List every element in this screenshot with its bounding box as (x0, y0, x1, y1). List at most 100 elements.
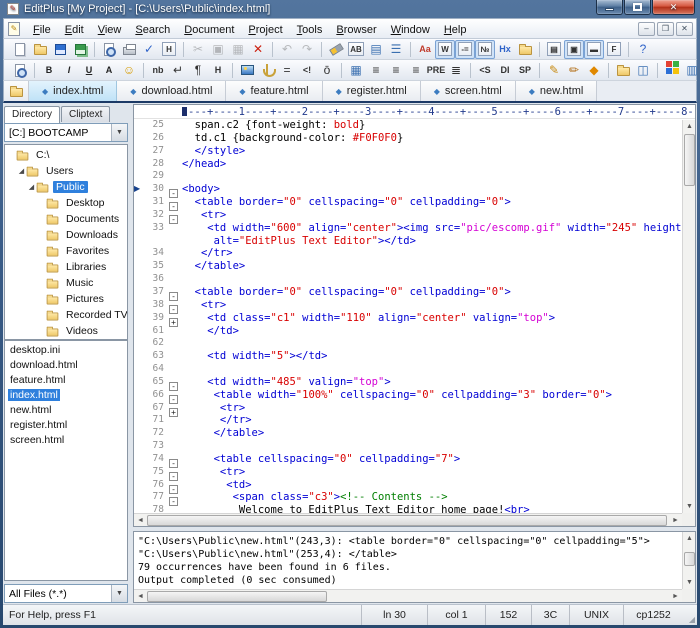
tab-feature.html[interactable]: ◆ feature.html (226, 81, 323, 101)
code-line[interactable]: 33 <td width="600" align="center"><img s… (134, 222, 681, 235)
tree-item-c-[interactable]: C:\ (5, 147, 127, 163)
tree-item-libraries[interactable]: Libraries (5, 259, 127, 275)
comment-button[interactable]: <! (297, 61, 317, 80)
resize-grip[interactable]: ◢ (683, 605, 697, 625)
list-button[interactable]: ≣ (446, 61, 466, 80)
replace-button[interactable]: AB (346, 40, 366, 59)
word-wrap-button[interactable]: W (435, 39, 455, 59)
output-hscroll-thumb[interactable] (147, 590, 327, 602)
print-preview-button[interactable] (99, 40, 119, 59)
editor-vscroll-thumb[interactable] (684, 134, 695, 186)
output-vscroll-thumb[interactable] (684, 552, 695, 566)
file-item-new.html[interactable]: new.html (5, 402, 127, 417)
cut-button[interactable]: ✂ (188, 40, 208, 59)
code-line[interactable]: 64 (134, 363, 681, 376)
code-line[interactable]: 77- <span class="c3"><!-- Contents --> (134, 491, 681, 507)
table-button[interactable]: ▦ (346, 61, 366, 80)
sidebar-tab-cliptext[interactable]: Cliptext (61, 106, 111, 122)
toggle-case-button[interactable]: Aa (415, 40, 435, 59)
frame-button[interactable]: ▥ (682, 61, 700, 80)
directory-window-button[interactable]: ▣ (564, 39, 584, 59)
output-window-button[interactable]: ▬ (584, 39, 604, 59)
output-window[interactable]: "C:\Users\Public\new.html"(243,3): <tabl… (133, 531, 696, 603)
colors-button[interactable] (662, 61, 682, 80)
strikeout-button[interactable]: <S (475, 61, 495, 80)
code-line[interactable]: 28 </head> (134, 158, 681, 171)
menu-tools[interactable]: Tools (290, 22, 330, 38)
tree-item-videos[interactable]: Videos (5, 323, 127, 339)
indent-guide-button[interactable]: -= (455, 39, 475, 59)
find-in-files-button[interactable]: ▤ (366, 40, 386, 59)
palette-button[interactable]: ◆ (584, 61, 604, 80)
code-line[interactable]: 71 </tr> (134, 414, 681, 427)
code-line[interactable]: 63 <td width="5"></td> (134, 350, 681, 363)
tree-item-desktop[interactable]: Desktop (5, 195, 127, 211)
document-minimize-button[interactable]: – (638, 22, 655, 36)
hex-viewer-button[interactable]: Hx (495, 40, 515, 59)
font-button[interactable]: A (99, 61, 119, 80)
editor-hscroll-thumb[interactable] (147, 514, 667, 526)
code-line[interactable]: 39 + <td class="c1" width="110" align="ce… (134, 312, 681, 327)
tab-new.html[interactable]: ◆ new.html (515, 81, 598, 101)
code-line[interactable]: ▶ 30- <body> (134, 183, 681, 199)
drive-selector[interactable]: [C:] BOOTCAMP ▼ (4, 123, 128, 142)
code-line[interactable]: 32- <tr> (134, 209, 681, 224)
tab-index.html[interactable]: ◆ index.html (29, 81, 118, 101)
tree-item-users[interactable]: ◢ Users (5, 163, 127, 179)
menu-view[interactable]: View (91, 22, 129, 38)
code-line[interactable]: 73 (134, 440, 681, 453)
tree-item-music[interactable]: Music (5, 275, 127, 291)
code-line[interactable]: 76- <td> (134, 479, 681, 494)
code-area[interactable]: 25 span.c2 {font-weight: bold} 26 td.c1 {… (134, 119, 681, 526)
file-item-register.html[interactable]: register.html (5, 417, 127, 432)
expand-triangle-icon[interactable]: ◢ (27, 183, 36, 191)
minimize-button[interactable] (596, 0, 623, 15)
tree-item-recorded-tv[interactable]: Recorded TV (5, 307, 127, 323)
horizontal-rule-button[interactable]: = (277, 61, 297, 80)
scroll-right-icon[interactable]: ► (669, 514, 682, 527)
file-item-index.html[interactable]: index.html (5, 387, 127, 402)
document-restore-button[interactable]: ❒ (657, 22, 674, 36)
file-item-desktop.ini[interactable]: desktop.ini (5, 342, 127, 357)
redo-button[interactable]: ↷ (297, 40, 317, 59)
scroll-right-icon[interactable]: ► (669, 590, 682, 603)
scroll-left-icon[interactable]: ◄ (134, 514, 147, 527)
split-window-button[interactable]: ◫ (633, 61, 653, 80)
code-line[interactable]: 34 </tr> (134, 247, 681, 260)
fold-toggle-icon[interactable]: - (169, 491, 182, 509)
paste-button[interactable]: ▦ (228, 40, 248, 59)
tree-item-public[interactable]: ◢ Public (5, 179, 127, 195)
code-line[interactable]: 37- <table border="0" cellspacing="0" ce… (134, 286, 681, 301)
new-document-button[interactable] (10, 40, 30, 59)
html-page-button[interactable]: H (159, 40, 179, 59)
paragraph-button[interactable]: ¶ (188, 61, 208, 80)
nbsp-button[interactable]: nb (148, 61, 168, 80)
bold-button[interactable]: B (39, 61, 59, 80)
close-button[interactable]: ✕ (652, 0, 695, 15)
save-button[interactable] (50, 40, 70, 59)
heading-button[interactable]: H (208, 61, 228, 80)
document-list-button[interactable] (4, 81, 29, 101)
code-line[interactable]: 65- <td width="485" valign="top"> (134, 376, 681, 391)
find-button[interactable] (326, 40, 346, 59)
output-horizontal-scrollbar[interactable]: ◄ ► (134, 589, 682, 602)
anchor-button[interactable] (257, 61, 277, 80)
sync-directory-button[interactable] (515, 40, 535, 59)
code-line[interactable]: 29 (134, 170, 681, 183)
spell-check-button[interactable]: ✓ (139, 40, 159, 59)
sidebar-tab-directory[interactable]: Directory (4, 106, 61, 123)
scroll-down-icon[interactable]: ▼ (683, 500, 695, 513)
tab-screen.html[interactable]: ◆ screen.html (420, 81, 516, 101)
cliptext-window-button[interactable]: ▤ (544, 40, 564, 59)
undo-button[interactable]: ↶ (277, 40, 297, 59)
edit-tag-button[interactable]: ✎ (544, 61, 564, 80)
tree-item-documents[interactable]: Documents (5, 211, 127, 227)
special-char-button[interactable]: ☺ (119, 61, 139, 80)
goto-line-button[interactable]: ☰ (386, 40, 406, 59)
char-entity-button[interactable]: ō (317, 61, 337, 80)
tree-item-pictures[interactable]: Pictures (5, 291, 127, 307)
code-line[interactable]: 67 + <tr> (134, 402, 681, 417)
new-folder-button[interactable] (613, 61, 633, 80)
editor-horizontal-scrollbar[interactable]: ◄ ► (134, 513, 682, 526)
tab-register.html[interactable]: ◆ register.html (322, 81, 421, 101)
